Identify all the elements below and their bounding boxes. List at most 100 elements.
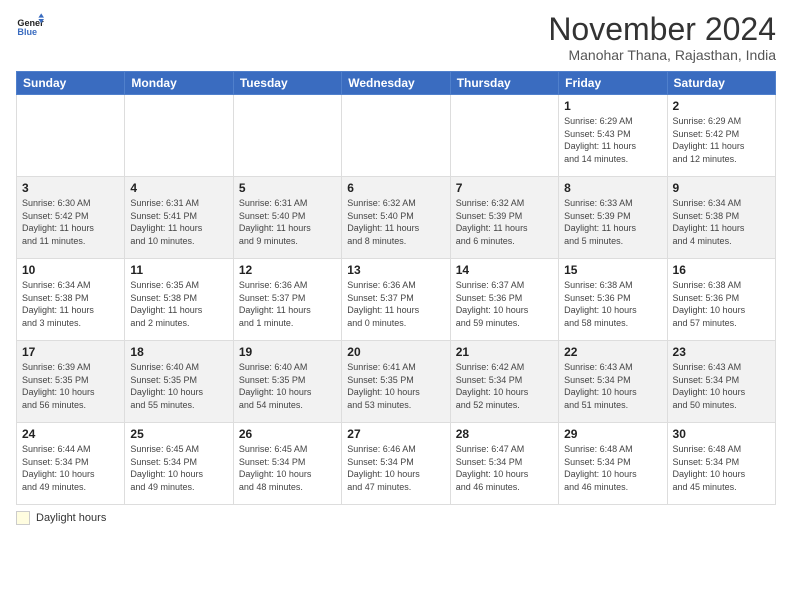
calendar-subtitle: Manohar Thana, Rajasthan, India xyxy=(548,47,776,63)
day-info: Sunrise: 6:36 AM Sunset: 5:37 PM Dayligh… xyxy=(347,279,444,329)
day-info: Sunrise: 6:44 AM Sunset: 5:34 PM Dayligh… xyxy=(22,443,119,493)
day-info: Sunrise: 6:31 AM Sunset: 5:41 PM Dayligh… xyxy=(130,197,227,247)
day-info: Sunrise: 6:42 AM Sunset: 5:34 PM Dayligh… xyxy=(456,361,553,411)
col-saturday: Saturday xyxy=(667,72,775,95)
day-number: 28 xyxy=(456,427,553,441)
day-info: Sunrise: 6:29 AM Sunset: 5:43 PM Dayligh… xyxy=(564,115,661,165)
day-number: 20 xyxy=(347,345,444,359)
table-row: 5Sunrise: 6:31 AM Sunset: 5:40 PM Daylig… xyxy=(233,177,341,259)
table-row: 19 Sunrise: 6:40 AM Sunset: 5:35 PM Dayli… xyxy=(233,341,341,423)
table-row: 15 Sunrise: 6:38 AM Sunset: 5:36 PM Dayli… xyxy=(559,259,667,341)
table-row: 2Sunrise: 6:29 AM Sunset: 5:42 PM Daylig… xyxy=(667,95,775,177)
day-info: Sunrise: 6:48 AM Sunset: 5:34 PM Dayligh… xyxy=(564,443,661,493)
calendar-week-row: 1 Sunrise: 6:29 AM Sunset: 5:43 PM Daylig… xyxy=(17,95,776,177)
table-row: 13 Sunrise: 6:36 AM Sunset: 5:37 PM Dayli… xyxy=(342,259,450,341)
table-row: 27 Sunrise: 6:46 AM Sunset: 5:34 PM Dayli… xyxy=(342,423,450,505)
calendar-page: General Blue November 2024 Manohar Thana… xyxy=(0,0,792,612)
table-row: 11 Sunrise: 6:35 AM Sunset: 5:38 PM Dayli… xyxy=(125,259,233,341)
day-info: Sunrise: 6:41 AM Sunset: 5:35 PM Dayligh… xyxy=(347,361,444,411)
table-row: 10 Sunrise: 6:34 AM Sunset: 5:38 PM Dayli… xyxy=(17,259,125,341)
day-number: 24 xyxy=(22,427,119,441)
table-row: 17 Sunrise: 6:39 AM Sunset: 5:35 PM Dayli… xyxy=(17,341,125,423)
table-row: 12Sunrise: 6:36 AM Sunset: 5:37 PM Dayli… xyxy=(233,259,341,341)
table-row: 22 Sunrise: 6:43 AM Sunset: 5:34 PM Dayli… xyxy=(559,341,667,423)
day-number: 11 xyxy=(130,263,227,277)
col-friday: Friday xyxy=(559,72,667,95)
col-monday: Monday xyxy=(125,72,233,95)
day-number: 4 xyxy=(130,181,227,195)
day-number: 13 xyxy=(347,263,444,277)
col-wednesday: Wednesday xyxy=(342,72,450,95)
day-number: 19 xyxy=(239,345,336,359)
day-info: Sunrise: 6:35 AM Sunset: 5:38 PM Dayligh… xyxy=(130,279,227,329)
day-number: 18 xyxy=(130,345,227,359)
table-row: 26Sunrise: 6:45 AM Sunset: 5:34 PM Dayli… xyxy=(233,423,341,505)
day-number: 17 xyxy=(22,345,119,359)
day-info: Sunrise: 6:40 AM Sunset: 5:35 PM Dayligh… xyxy=(239,361,336,411)
calendar-week-row: 24 Sunrise: 6:44 AM Sunset: 5:34 PM Dayli… xyxy=(17,423,776,505)
table-row: 9 Sunrise: 6:34 AM Sunset: 5:38 PM Daylig… xyxy=(667,177,775,259)
legend: Daylight hours xyxy=(16,511,776,525)
table-row xyxy=(125,95,233,177)
table-row: 25Sunrise: 6:45 AM Sunset: 5:34 PM Dayli… xyxy=(125,423,233,505)
day-info: Sunrise: 6:43 AM Sunset: 5:34 PM Dayligh… xyxy=(673,361,770,411)
calendar-title: November 2024 xyxy=(548,12,776,47)
table-row: 23 Sunrise: 6:43 AM Sunset: 5:34 PM Dayli… xyxy=(667,341,775,423)
day-number: 29 xyxy=(564,427,661,441)
day-number: 14 xyxy=(456,263,553,277)
day-info: Sunrise: 6:48 AM Sunset: 5:34 PM Dayligh… xyxy=(673,443,770,493)
table-row: 14 Sunrise: 6:37 AM Sunset: 5:36 PM Dayli… xyxy=(450,259,558,341)
day-number: 6 xyxy=(347,181,444,195)
table-row xyxy=(17,95,125,177)
day-number: 8 xyxy=(564,181,661,195)
day-info: Sunrise: 6:37 AM Sunset: 5:36 PM Dayligh… xyxy=(456,279,553,329)
day-number: 27 xyxy=(347,427,444,441)
day-info: Sunrise: 6:32 AM Sunset: 5:39 PM Dayligh… xyxy=(456,197,553,247)
day-info: Sunrise: 6:31 AM Sunset: 5:40 PM Dayligh… xyxy=(239,197,336,247)
day-info: Sunrise: 6:47 AM Sunset: 5:34 PM Dayligh… xyxy=(456,443,553,493)
table-row xyxy=(342,95,450,177)
table-row: 30 Sunrise: 6:48 AM Sunset: 5:34 PM Dayli… xyxy=(667,423,775,505)
logo: General Blue xyxy=(16,12,44,40)
day-number: 30 xyxy=(673,427,770,441)
table-row: 21 Sunrise: 6:42 AM Sunset: 5:34 PM Dayli… xyxy=(450,341,558,423)
legend-label: Daylight hours xyxy=(36,512,106,524)
calendar-week-row: 10 Sunrise: 6:34 AM Sunset: 5:38 PM Dayli… xyxy=(17,259,776,341)
day-info: Sunrise: 6:34 AM Sunset: 5:38 PM Dayligh… xyxy=(22,279,119,329)
day-info: Sunrise: 6:32 AM Sunset: 5:40 PM Dayligh… xyxy=(347,197,444,247)
legend-box xyxy=(16,511,30,525)
table-row: 1 Sunrise: 6:29 AM Sunset: 5:43 PM Daylig… xyxy=(559,95,667,177)
calendar-header-row: Sunday Monday Tuesday Wednesday Thursday… xyxy=(17,72,776,95)
svg-text:Blue: Blue xyxy=(17,27,37,37)
day-info: Sunrise: 6:33 AM Sunset: 5:39 PM Dayligh… xyxy=(564,197,661,247)
day-number: 1 xyxy=(564,99,661,113)
day-number: 15 xyxy=(564,263,661,277)
title-block: November 2024 Manohar Thana, Rajasthan, … xyxy=(548,12,776,63)
table-row: 7 Sunrise: 6:32 AM Sunset: 5:39 PM Daylig… xyxy=(450,177,558,259)
table-row: 24 Sunrise: 6:44 AM Sunset: 5:34 PM Dayli… xyxy=(17,423,125,505)
day-info: Sunrise: 6:43 AM Sunset: 5:34 PM Dayligh… xyxy=(564,361,661,411)
day-info: Sunrise: 6:34 AM Sunset: 5:38 PM Dayligh… xyxy=(673,197,770,247)
day-info: Sunrise: 6:46 AM Sunset: 5:34 PM Dayligh… xyxy=(347,443,444,493)
day-info: Sunrise: 6:38 AM Sunset: 5:36 PM Dayligh… xyxy=(564,279,661,329)
header: General Blue November 2024 Manohar Thana… xyxy=(16,12,776,63)
col-sunday: Sunday xyxy=(17,72,125,95)
day-number: 3 xyxy=(22,181,119,195)
day-number: 22 xyxy=(564,345,661,359)
table-row: 20 Sunrise: 6:41 AM Sunset: 5:35 PM Dayli… xyxy=(342,341,450,423)
day-number: 10 xyxy=(22,263,119,277)
day-number: 2 xyxy=(673,99,770,113)
table-row: 3Sunrise: 6:30 AM Sunset: 5:42 PM Daylig… xyxy=(17,177,125,259)
table-row: 6 Sunrise: 6:32 AM Sunset: 5:40 PM Daylig… xyxy=(342,177,450,259)
col-thursday: Thursday xyxy=(450,72,558,95)
day-number: 21 xyxy=(456,345,553,359)
table-row: 4 Sunrise: 6:31 AM Sunset: 5:41 PM Daylig… xyxy=(125,177,233,259)
day-number: 23 xyxy=(673,345,770,359)
day-number: 25 xyxy=(130,427,227,441)
day-number: 9 xyxy=(673,181,770,195)
day-number: 7 xyxy=(456,181,553,195)
table-row: 8 Sunrise: 6:33 AM Sunset: 5:39 PM Daylig… xyxy=(559,177,667,259)
day-number: 26 xyxy=(239,427,336,441)
calendar-table: Sunday Monday Tuesday Wednesday Thursday… xyxy=(16,71,776,505)
day-info: Sunrise: 6:39 AM Sunset: 5:35 PM Dayligh… xyxy=(22,361,119,411)
